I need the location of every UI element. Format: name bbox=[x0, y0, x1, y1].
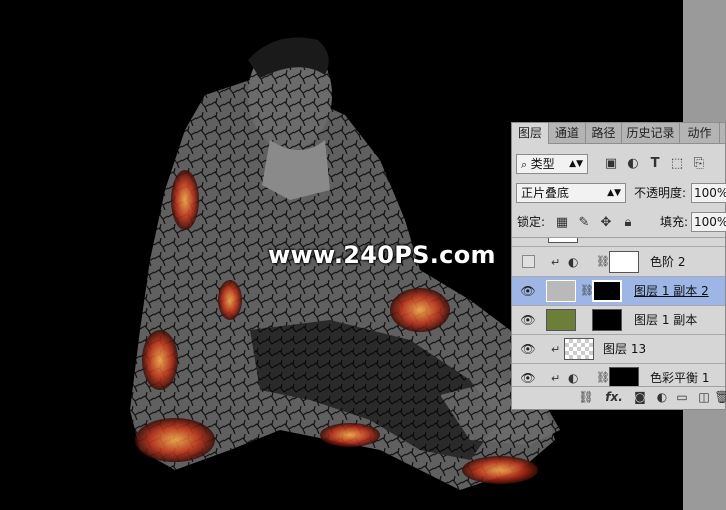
filter-kind-value: 类型 bbox=[530, 157, 555, 171]
link-icon[interactable]: ⛓ bbox=[596, 371, 610, 384]
eye-icon[interactable]: 👁︎ bbox=[520, 283, 536, 299]
visibility-toggle[interactable] bbox=[522, 255, 535, 268]
tab-paths[interactable]: 路径 bbox=[586, 123, 622, 143]
fx-button[interactable]: fx. bbox=[604, 390, 624, 404]
layer-name[interactable]: 图层 1 副本 2 bbox=[634, 277, 709, 306]
layer-row[interactable]: 👁︎ ↵ 图层 13 bbox=[512, 335, 725, 364]
type-filter-icon[interactable]: T bbox=[647, 156, 663, 172]
blend-mode-dropdown[interactable]: 正片叠底 ▲▼ bbox=[516, 183, 626, 203]
layers-panel-toolbar: ⛓ fx. ◙ ◐ ▭ ◫ 🗑︎ bbox=[512, 386, 726, 409]
blend-row: 正片叠底 ▲▼ 不透明度: 100% bbox=[512, 183, 726, 205]
layers-list: ↵ ◐ ⛓ 色阶 2 👁︎ ⛓ 图层 1 副本 2 👁︎ 图层 1 副本 👁︎ … bbox=[512, 237, 725, 390]
layer-thumbnail bbox=[548, 238, 578, 243]
layer-row-selected[interactable]: 👁︎ ⛓ 图层 1 副本 2 bbox=[512, 277, 725, 306]
watermark-text: www.240PS.com bbox=[268, 241, 496, 269]
opacity-label: 不透明度: bbox=[634, 186, 687, 200]
fill-input[interactable]: 100% bbox=[691, 212, 726, 232]
eye-icon[interactable]: 👁︎ bbox=[520, 312, 536, 328]
new-group-icon[interactable]: ▭ bbox=[674, 390, 690, 404]
panel-tab-bar: 图层 通道 路径 历史记录 动作 bbox=[512, 123, 725, 144]
layer-mask-thumbnail[interactable] bbox=[592, 280, 622, 302]
eye-icon[interactable]: 👁︎ bbox=[520, 341, 536, 357]
lock-transparent-pixels-icon[interactable]: ▦ bbox=[554, 215, 570, 231]
clip-arrow-icon: ↵ bbox=[551, 256, 561, 269]
lock-label: 锁定: bbox=[517, 215, 546, 229]
lock-image-pixels-icon[interactable]: ✎ bbox=[576, 215, 592, 231]
layer-row[interactable]: 👁︎ 图层 1 副本 bbox=[512, 306, 725, 335]
blend-mode-value: 正片叠底 bbox=[521, 186, 570, 200]
opacity-input[interactable]: 100% bbox=[691, 183, 726, 203]
layer-row-partial[interactable] bbox=[512, 238, 725, 247]
filter-row: ⌕ 类型 ▲▼ ▣ ◐ T ⬚ ⎘ bbox=[512, 154, 725, 176]
smart-object-filter-icon[interactable]: ⎘ bbox=[691, 156, 707, 172]
lock-all-icon[interactable]: 🔒︎ bbox=[620, 215, 636, 231]
shape-filter-icon[interactable]: ⬚ bbox=[669, 156, 685, 172]
new-adjustment-icon[interactable]: ◐ bbox=[654, 390, 670, 404]
adjustment-filter-icon[interactable]: ◐ bbox=[625, 156, 641, 172]
lock-position-icon[interactable]: ✥ bbox=[598, 215, 614, 231]
lock-row: 锁定: ▦ ✎ ✥ 🔒︎ 填充: 100% bbox=[512, 212, 726, 234]
layer-thumbnail[interactable] bbox=[564, 338, 594, 360]
link-icon[interactable]: ⛓ bbox=[596, 255, 610, 268]
chevron-down-icon: ▲▼ bbox=[607, 188, 621, 198]
layer-mask-thumbnail[interactable] bbox=[609, 251, 639, 273]
image-filter-icon[interactable]: ▣ bbox=[603, 156, 619, 172]
layer-name[interactable]: 图层 13 bbox=[603, 335, 646, 364]
tab-layers[interactable]: 图层 bbox=[512, 123, 549, 144]
new-layer-icon[interactable]: ◫ bbox=[696, 390, 712, 404]
layers-panel: 图层 通道 路径 历史记录 动作 ⌕ 类型 ▲▼ ▣ ◐ T ⬚ ⎘ 正片叠底 … bbox=[511, 122, 726, 410]
layer-thumbnail[interactable] bbox=[546, 280, 576, 302]
fill-label: 填充: bbox=[660, 215, 689, 229]
adjustment-layer-icon: ◐ bbox=[568, 371, 579, 385]
tab-actions[interactable]: 动作 bbox=[680, 123, 720, 143]
tab-history[interactable]: 历史记录 bbox=[622, 123, 680, 143]
layer-filter-dropdown[interactable]: ⌕ 类型 ▲▼ bbox=[516, 154, 588, 174]
chevron-down-icon: ▲▼ bbox=[569, 159, 583, 169]
delete-layer-icon[interactable]: 🗑︎ bbox=[714, 390, 726, 404]
search-icon: ⌕ bbox=[521, 158, 531, 171]
add-mask-icon[interactable]: ◙ bbox=[632, 390, 648, 404]
layer-row[interactable]: ↵ ◐ ⛓ 色阶 2 bbox=[512, 248, 725, 277]
layer-name[interactable]: 色阶 2 bbox=[650, 248, 685, 277]
clip-arrow-icon: ↵ bbox=[551, 343, 561, 356]
layer-thumbnail[interactable] bbox=[546, 309, 576, 331]
link-layers-icon[interactable]: ⛓ bbox=[578, 390, 594, 404]
clip-arrow-icon: ↵ bbox=[551, 372, 561, 385]
tab-channels[interactable]: 通道 bbox=[549, 123, 586, 143]
layer-name[interactable]: 图层 1 副本 bbox=[634, 306, 697, 335]
layer-mask-thumbnail[interactable] bbox=[592, 309, 622, 331]
adjustment-layer-icon: ◐ bbox=[568, 255, 579, 269]
eye-icon[interactable]: 👁︎ bbox=[520, 370, 536, 386]
